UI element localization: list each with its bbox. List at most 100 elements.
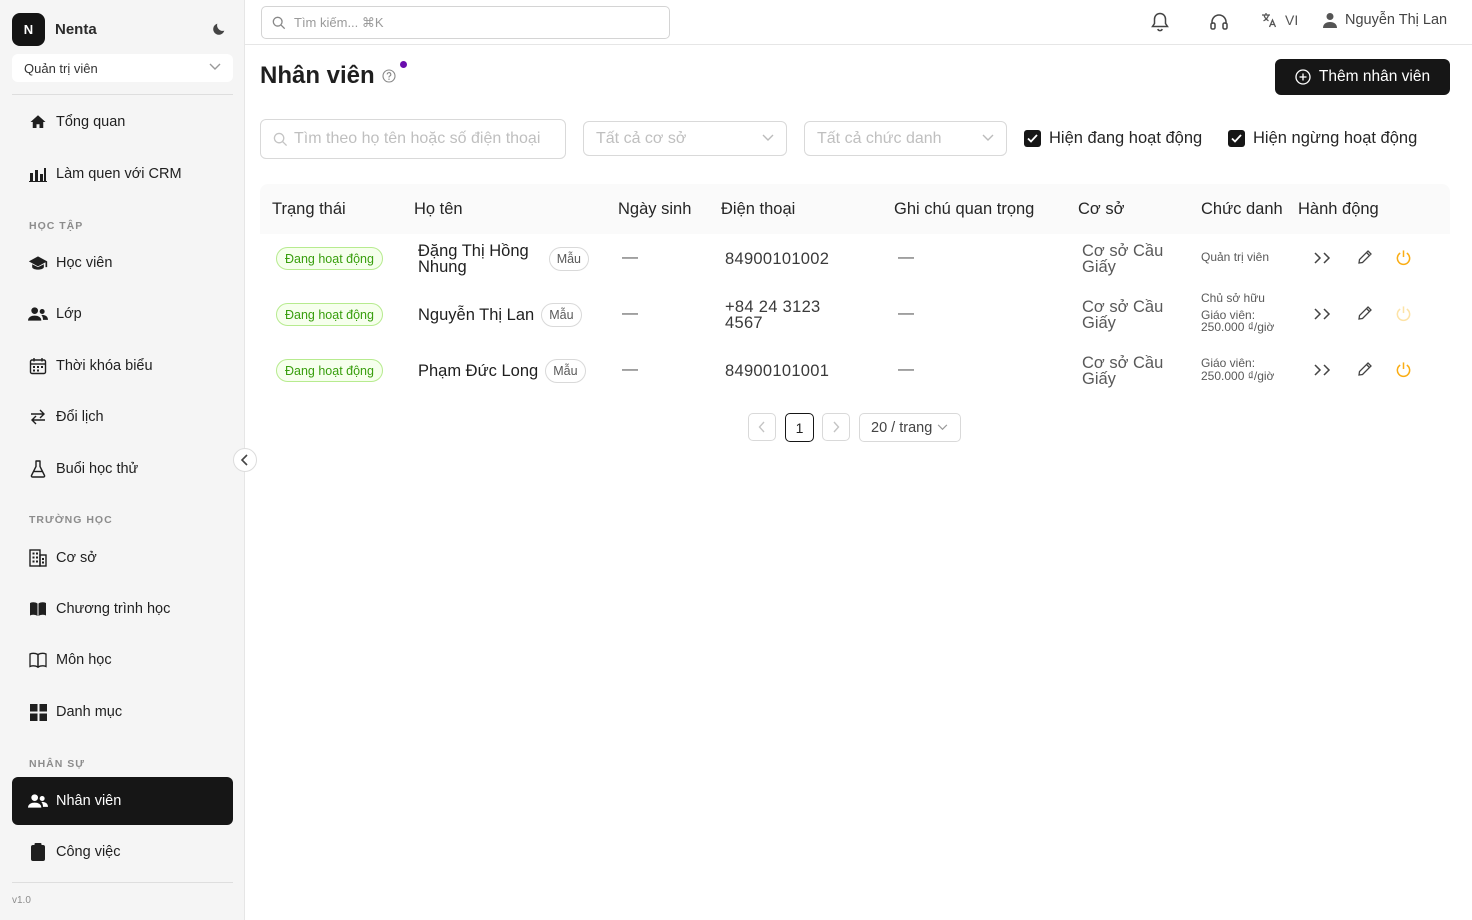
swap-icon [28,407,48,427]
section-title-hr: NHÂN SỰ [29,758,85,770]
language-switcher[interactable]: VI [1261,12,1298,28]
language-code: VI [1285,12,1299,28]
sidebar-item-label: Công việc [56,844,121,860]
sidebar-item-label: Lớp [56,306,82,322]
table-row[interactable]: Đang hoạt động Đặng Thị Hồng Nhung Mẫu —… [260,231,1450,287]
home-icon [28,112,48,132]
sidebar-item-programs[interactable]: Chương trình học [12,585,233,633]
view-detail-icon[interactable] [1313,307,1333,321]
edit-pencil-icon[interactable] [1357,361,1373,377]
sidebar-item-label: Thời khóa biểu [56,358,153,374]
column-header-dob[interactable]: Ngày sinh [618,200,691,219]
column-header-title[interactable]: Chức danh [1201,200,1283,219]
prev-page-button[interactable] [748,413,776,441]
dob-cell: — [622,249,638,266]
sidebar-item-staff[interactable]: Nhân viên [12,777,233,825]
column-header-status[interactable]: Trạng thái [272,200,346,219]
sidebar-item-classes[interactable]: Lớp [12,290,233,338]
sidebar-item-subjects[interactable]: Môn học [12,636,233,684]
site-cell: Cơ sở Cầu Giấy [1082,354,1164,388]
show-active-checkbox[interactable]: Hiện đang hoạt động [1024,129,1202,148]
sidebar-divider [12,882,233,883]
sidebar-item-label: Danh mục [56,704,123,720]
column-header-actions: Hành động [1298,200,1379,218]
power-toggle-icon[interactable] [1395,305,1412,322]
sidebar-item-label: Nhân viên [56,793,122,809]
staff-name-cell[interactable]: Phạm Đức Long Mẫu [418,359,586,383]
view-detail-icon[interactable] [1313,363,1333,377]
plus-circle-icon [1295,69,1311,85]
global-search-input[interactable]: Tìm kiếm... ⌘K [261,6,670,39]
sidebar-item-tasks[interactable]: Công việc [12,828,233,876]
site-filter-select[interactable]: Tất cả cơ sở [583,121,787,156]
sidebar-item-overview[interactable]: Tổng quan [12,98,233,146]
chevron-down-icon [982,134,994,142]
app-version: v1.0 [12,895,31,906]
staff-search-input[interactable]: Tìm theo họ tên hoặc số điện thoại [260,119,566,159]
sidebar-item-label: Đổi lịch [56,409,104,425]
sidebar-item-timetable[interactable]: Thời khóa biểu [12,342,233,390]
title-filter-select[interactable]: Tất cả chức danh [804,121,1007,156]
page-size-select[interactable]: 20 / trang [859,413,961,442]
table-row[interactable]: Đang hoạt động Phạm Đức Long Mẫu — 84900… [260,343,1450,399]
users-icon [28,304,48,324]
edit-pencil-icon[interactable] [1357,249,1373,265]
column-header-name[interactable]: Họ tên [414,200,463,219]
sidebar-item-trial[interactable]: Buổi học thử [12,445,233,493]
section-title-school: TRƯỜNG HỌC [29,514,113,526]
brand-name: Nenta [55,20,97,38]
edit-pencil-icon[interactable] [1357,305,1373,321]
note-cell: — [898,305,914,322]
sidebar-item-label: Buổi học thử [56,461,139,477]
column-header-note[interactable]: Ghi chú quan trọng [894,200,1034,219]
user-menu[interactable]: Nguyễn Thị Lan [1323,12,1447,28]
collapse-sidebar-button[interactable] [233,448,257,472]
support-headset-icon[interactable] [1209,12,1229,32]
sample-tag: Mẫu [541,303,582,327]
sidebar-item-reschedule[interactable]: Đổi lịch [12,393,233,441]
sidebar-item-label: Học viên [56,255,113,271]
column-header-phone[interactable]: Điện thoại [721,200,795,219]
page-size-value: 20 / trang [871,419,933,436]
column-header-site[interactable]: Cơ sở [1078,200,1124,219]
phone-cell: 84900101002 [725,250,830,268]
show-inactive-checkbox[interactable]: Hiện ngừng hoạt động [1228,129,1417,148]
dark-mode-toggle-icon[interactable] [211,21,227,37]
view-detail-icon[interactable] [1313,251,1333,265]
sidebar-item-students[interactable]: Học viên [12,239,233,287]
sidebar-divider [12,94,233,95]
clipboard-icon [28,842,48,862]
notification-bell-icon[interactable] [1151,12,1169,32]
notification-dot [400,61,407,68]
show-inactive-label: Hiện ngừng hoạt động [1253,129,1418,147]
chevron-left-icon [758,421,765,433]
user-name: Nguyễn Thị Lan [1345,12,1448,28]
next-page-button[interactable] [822,413,850,441]
staff-name-cell[interactable]: Đặng Thị Hồng Nhung Mẫu [418,243,590,275]
power-toggle-icon[interactable] [1395,361,1412,378]
power-toggle-icon[interactable] [1395,249,1412,266]
phone-cell: +84 24 3123 4567 [725,298,821,332]
sidebar-item-crm[interactable]: Làm quen với CRM [12,150,233,198]
role-select-value: Quản trị viên [24,60,98,76]
add-staff-button[interactable]: Thêm nhân viên [1275,59,1450,95]
staff-name-cell[interactable]: Nguyễn Thị Lan Mẫu [418,303,582,327]
status-badge: Đang hoạt động [276,359,383,382]
sidebar-item-label: Tổng quan [56,114,126,130]
title-filter-placeholder: Tất cả chức danh [817,129,942,147]
graduation-cap-icon [28,253,48,273]
building-icon [28,548,48,568]
status-badge: Đang hoạt động [276,247,383,270]
help-circle-icon[interactable] [382,69,396,83]
sidebar-item-sites[interactable]: Cơ sở [12,534,233,582]
calendar-icon [28,356,48,376]
checkmark-icon [1228,130,1245,147]
current-page-button[interactable]: 1 [785,413,814,442]
checkmark-icon [1024,130,1041,147]
sidebar-item-categories[interactable]: Danh mục [12,688,233,736]
flask-icon [28,459,48,479]
brand: N Nenta [12,12,233,46]
table-row[interactable]: Đang hoạt động Nguyễn Thị Lan Mẫu — +84 … [260,287,1450,343]
phone-cell: 84900101001 [725,362,830,380]
role-select[interactable]: Quản trị viên [12,54,233,82]
